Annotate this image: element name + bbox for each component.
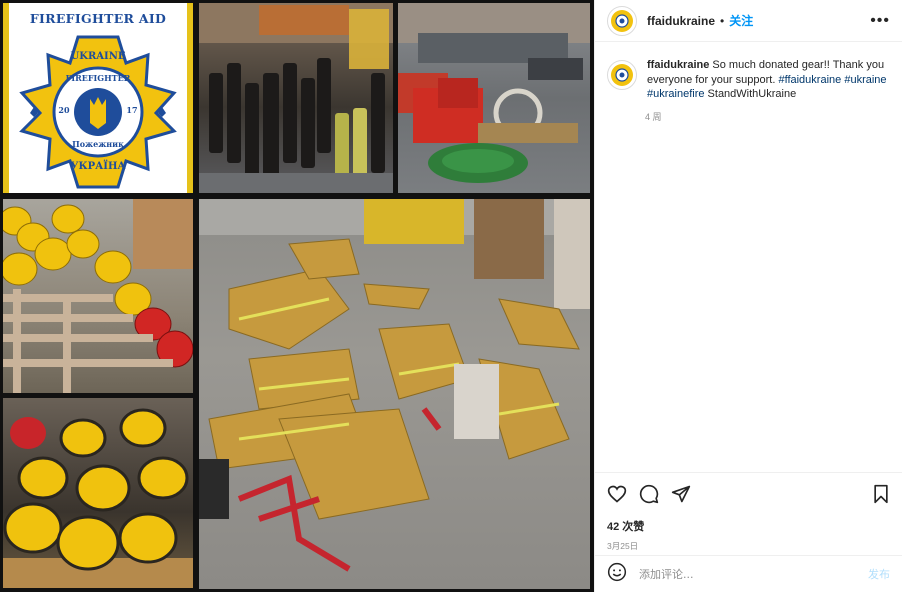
instagram-post-view: FIREFIGHTER AID UKRAINE FIREFIGHTER 20 1… [0,0,902,592]
equipment-illustration [398,3,590,183]
photo-helmets-pile [3,398,193,588]
emoji-icon[interactable] [607,562,627,587]
avatar[interactable] [607,5,637,36]
post-caption: ffaidukraine So much donated gear!! Than… [595,42,902,102]
action-bar [607,483,890,505]
logo-top-text: UKRAINE [71,51,126,62]
post-sidebar: ffaidukraine • 关注 ••• ffaidukraine So mu… [594,0,902,592]
caption-age[interactable]: 4 周 [645,110,902,123]
logo-mid-text: FIREFIGHTER [66,73,131,83]
post-header: ffaidukraine • 关注 ••• [595,0,902,42]
comment-icon[interactable] [639,484,659,504]
helmets-pile-illustration [3,408,193,588]
caption-text: ffaidukraine So much donated gear!! Than… [647,58,888,102]
firefighter-cross-logo: UKRAINE FIREFIGHTER 20 17 Пожежник УКРАЇ… [19,35,177,189]
heart-icon[interactable] [607,484,627,504]
hashtag-link[interactable]: #ffaidukraine [778,74,841,86]
hashtag-link[interactable]: #ukrainefire [647,88,704,100]
logo-year-right: 17 [126,105,137,115]
comment-box: 发布 [595,555,902,592]
post-media-collage[interactable]: FIREFIGHTER AID UKRAINE FIREFIGHTER 20 1… [0,0,594,592]
caption-tail: StandWithUkraine [707,88,797,100]
header-username[interactable]: ffaidukraine [647,14,715,28]
post-date[interactable]: 3月25日 [607,540,890,552]
more-options-icon[interactable]: ••• [870,12,890,30]
hashtag-link[interactable]: #ukraine [844,74,886,86]
header-separator: • [720,13,725,28]
profile-logo-icon [611,9,633,32]
share-icon[interactable] [671,484,691,504]
photo-logo: FIREFIGHTER AID UKRAINE FIREFIGHTER 20 1… [3,3,193,193]
logo-cyr1: Пожежник [72,139,124,149]
caption-avatar[interactable] [607,60,637,90]
follow-button[interactable]: 关注 [729,12,753,29]
comment-input[interactable] [639,567,868,581]
boots-illustration [199,3,393,193]
like-count[interactable]: 42 次赞 [607,518,890,534]
photo-turnout-gear [199,199,590,589]
logo-year-left: 20 [58,105,70,115]
photo-equipment [398,3,590,193]
caption-username[interactable]: ffaidukraine [647,59,709,71]
bookmark-icon[interactable] [872,484,890,504]
logo-title: FIREFIGHTER AID [29,11,167,26]
profile-logo-icon [611,64,633,86]
post-actions: 42 次赞 3月25日 [595,472,902,552]
turnout-gear-illustration [199,199,590,572]
post-comment-button[interactable]: 发布 [868,566,890,582]
logo-cyr2: УКРАЇНА [70,159,126,172]
helmets-illustration [3,199,193,393]
photo-boots [199,3,393,193]
photo-helmets-pallet [3,199,193,393]
